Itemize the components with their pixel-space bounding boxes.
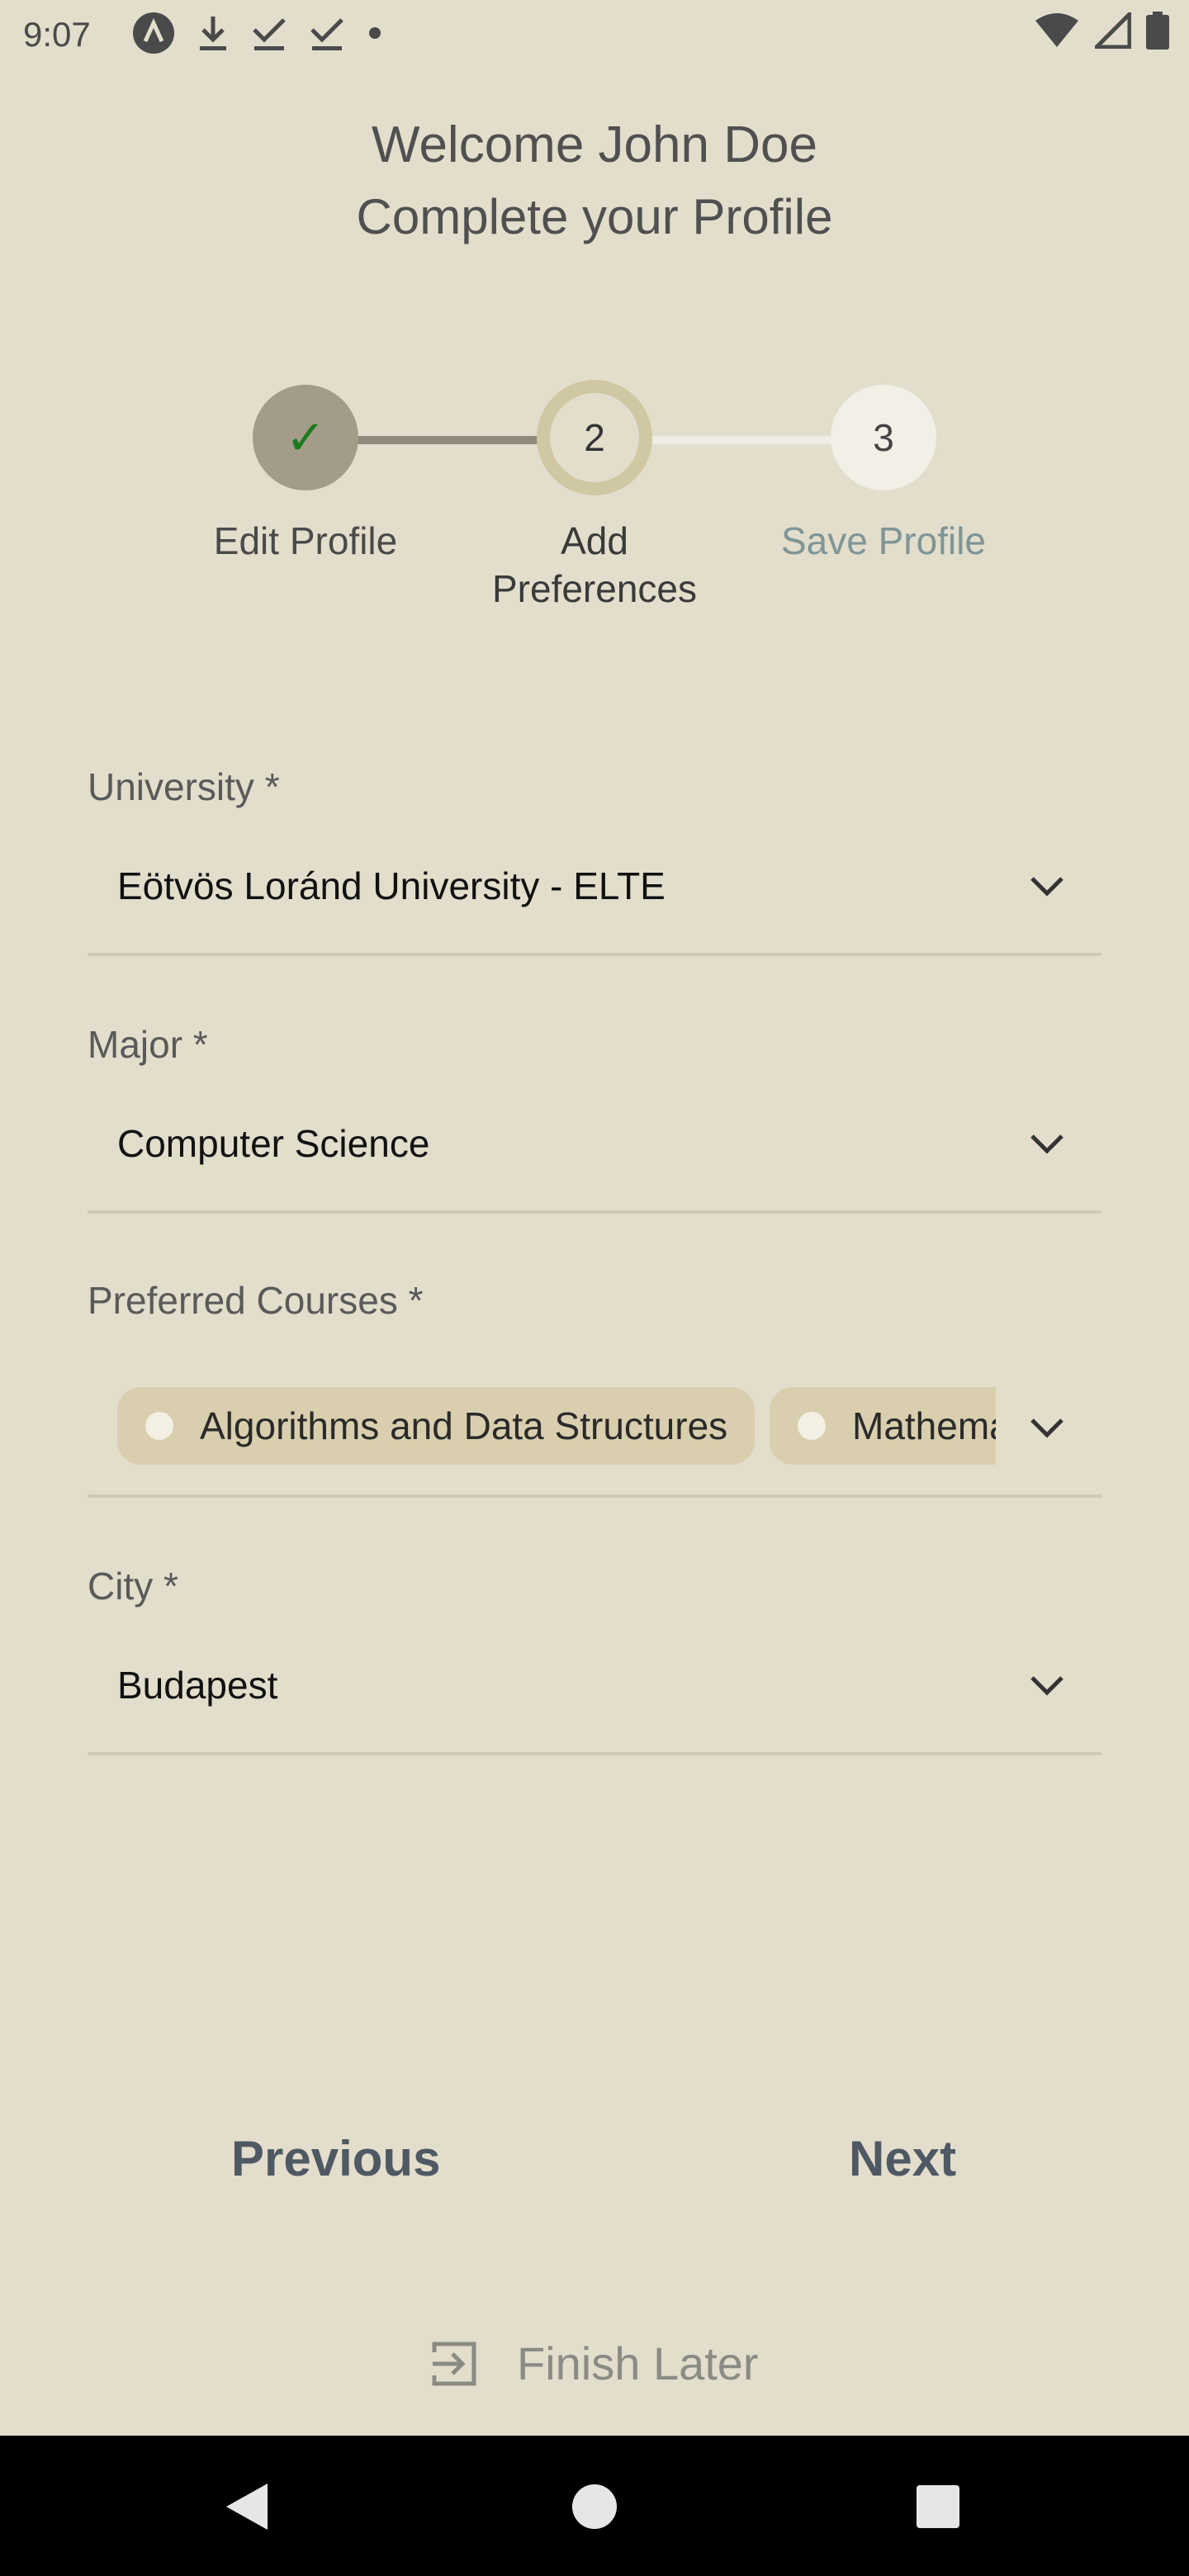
step-3-label: Save Profile bbox=[780, 519, 986, 562]
major-select[interactable]: Computer Science bbox=[117, 1121, 429, 1166]
page-subtitle: Complete your Profile bbox=[356, 189, 833, 244]
university-select[interactable]: Eötvös Loránd University - ELTE bbox=[117, 864, 666, 908]
wifi-icon bbox=[1035, 13, 1078, 47]
download-icon bbox=[200, 17, 226, 50]
dot-icon bbox=[369, 27, 381, 39]
courses-label: Preferred Courses * bbox=[88, 1279, 424, 1322]
city-label: City * bbox=[88, 1565, 178, 1608]
connector-completed bbox=[330, 436, 545, 444]
recents-icon[interactable] bbox=[915, 2484, 961, 2530]
major-label: Major * bbox=[88, 1023, 208, 1066]
university-label: University * bbox=[88, 765, 280, 808]
system-navigation-bar bbox=[0, 2436, 1189, 2576]
city-select[interactable]: Budapest bbox=[117, 1663, 277, 1707]
chip-radio-icon bbox=[798, 1412, 826, 1440]
major-underline bbox=[88, 1210, 1101, 1214]
course-chip[interactable]: Mathematics bbox=[770, 1387, 996, 1465]
chevron-down-icon[interactable] bbox=[1027, 1131, 1067, 1156]
exit-icon bbox=[432, 2342, 476, 2385]
chevron-down-icon[interactable] bbox=[1027, 874, 1067, 898]
back-icon[interactable] bbox=[223, 2480, 272, 2533]
system-icons bbox=[1034, 12, 1169, 50]
connector-upcoming bbox=[644, 436, 842, 444]
check-icon: ✓ bbox=[285, 411, 326, 465]
notification-icons bbox=[132, 12, 383, 54]
welcome-title: Welcome John Doe bbox=[372, 116, 817, 173]
home-icon[interactable] bbox=[570, 2482, 619, 2531]
step-1-circle[interactable]: ✓ bbox=[253, 385, 358, 490]
chevron-down-icon[interactable] bbox=[1027, 1415, 1067, 1440]
previous-button[interactable]: Previous bbox=[231, 2130, 440, 2187]
finish-later-label: Finish Later bbox=[517, 2337, 759, 2389]
chevron-down-icon[interactable] bbox=[1027, 1673, 1067, 1698]
finish-later-button[interactable]: Finish Later bbox=[429, 2337, 759, 2390]
chip-label: Mathematics bbox=[852, 1404, 996, 1447]
step-2-label: Add Preferences bbox=[491, 519, 697, 610]
course-chip[interactable]: Algorithms and Data Structures bbox=[117, 1387, 755, 1465]
battery-icon bbox=[1146, 12, 1169, 50]
chip-label: Algorithms and Data Structures bbox=[200, 1404, 728, 1447]
chip-radio-icon bbox=[145, 1412, 173, 1440]
status-time: 9:07 bbox=[23, 15, 91, 54]
check-download-icon bbox=[253, 18, 286, 50]
step-3-circle[interactable]: 3 bbox=[831, 385, 936, 490]
step-1-label: Edit Profile bbox=[213, 519, 398, 562]
city-underline bbox=[88, 1752, 1101, 1755]
app-icon bbox=[133, 12, 174, 54]
next-button[interactable]: Next bbox=[849, 2130, 956, 2187]
status-bar: 9:07 bbox=[0, 0, 1189, 69]
step-2-number: 2 bbox=[550, 393, 639, 482]
check-download-icon bbox=[310, 18, 343, 50]
step-2-circle[interactable]: 2 bbox=[537, 380, 652, 495]
university-underline bbox=[88, 953, 1101, 956]
step-3-number: 3 bbox=[873, 416, 894, 459]
courses-underline bbox=[88, 1494, 1101, 1498]
signal-icon bbox=[1095, 12, 1131, 49]
